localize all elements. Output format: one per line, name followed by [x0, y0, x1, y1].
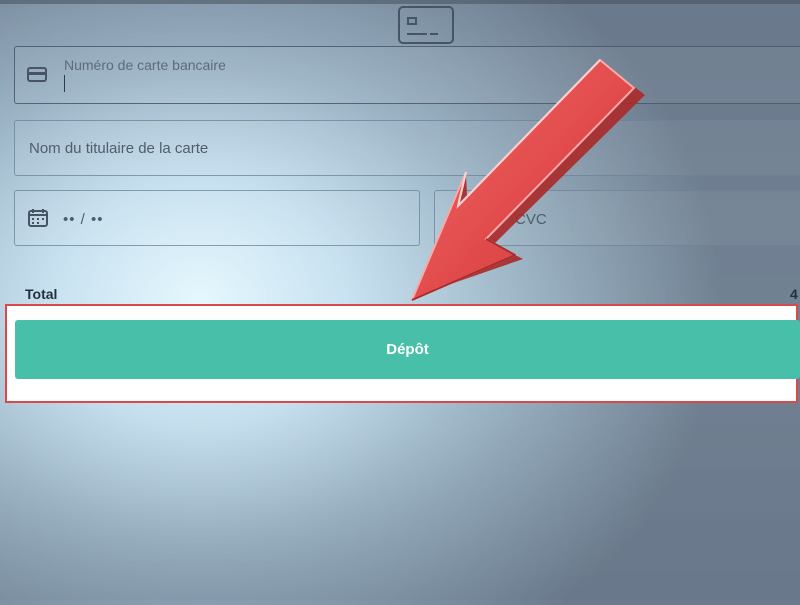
- card-line-secondary: [430, 33, 438, 35]
- deposit-button[interactable]: Dépôt: [15, 320, 800, 379]
- expiry-date-field[interactable]: •• / ••: [14, 190, 420, 246]
- calendar-icon: [28, 208, 48, 227]
- cardholder-name-placeholder: Nom du titulaire de la carte: [29, 140, 209, 157]
- text-caret: [64, 75, 65, 92]
- cardholder-name-field[interactable]: Nom du titulaire de la carte: [14, 120, 800, 176]
- credit-card-icon: [398, 6, 454, 44]
- card-number-field[interactable]: Numéro de carte bancaire: [14, 46, 800, 104]
- total-value: 4: [790, 286, 798, 302]
- expiry-date-placeholder: •• / ••: [63, 211, 104, 228]
- total-label: Total: [25, 286, 58, 302]
- credit-card-icon: [27, 67, 47, 82]
- top-strip: [0, 0, 800, 4]
- cvc-placeholder: CVC: [515, 211, 547, 228]
- card-chip: [407, 17, 417, 25]
- card-line-primary: [407, 33, 427, 35]
- cvc-field[interactable]: CVC: [434, 190, 800, 246]
- card-number-label: Numéro de carte bancaire: [64, 57, 226, 73]
